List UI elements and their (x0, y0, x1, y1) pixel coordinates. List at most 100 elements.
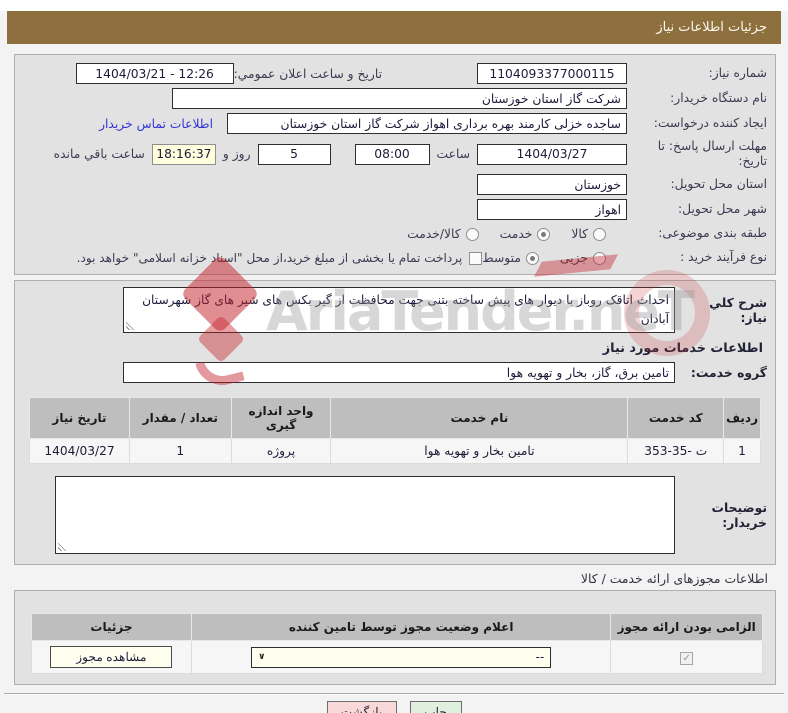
category-label: طبقه بندی موضوعی: (658, 226, 767, 241)
buyer-notes-label: توضیحات خریدار: (711, 500, 768, 530)
license-details-cell: مشاهده مجوز (31, 640, 192, 674)
footer-divider (4, 693, 784, 695)
category-both-radio[interactable] (465, 227, 479, 241)
license-status-value: -- (535, 650, 545, 664)
col-license-details: جزئیات (31, 613, 192, 641)
resize-handle-icon[interactable] (58, 542, 67, 551)
col-quantity: تعداد / مقدار (128, 397, 232, 439)
hour-label: ساعت (436, 147, 470, 161)
service-unit-cell: پروژه (230, 438, 332, 464)
general-info-panel: شماره نیاز: 1104093377000115 تاریخ و ساع… (14, 54, 776, 275)
col-service-name: نام خدمت (330, 397, 629, 439)
category-row: طبقه بندی موضوعی: کالا خدمت کالا/خدمت (23, 222, 767, 246)
col-license-status: اعلام وضعیت مجوز توسط تامین کننده (190, 613, 612, 641)
top-strip (0, 0, 788, 11)
process-medium-radio[interactable] (525, 251, 539, 265)
license-status-cell: -- ∨ (190, 640, 612, 674)
back-button[interactable]: بازگشت (326, 701, 397, 713)
footer-buttons: چاپ بازگشت (0, 701, 788, 713)
province-label: استان محل تحویل: (670, 176, 767, 191)
process-minor-label: جزیی (559, 251, 588, 265)
treasury-label: پرداخت تمام یا بخشی از مبلغ خرید،از محل … (76, 251, 463, 265)
creator-label: ایجاد کننده درخواست: (653, 115, 767, 130)
process-medium-label: متوسط (482, 251, 521, 265)
days-and-label: روز و (222, 147, 251, 161)
licenses-section-heading: اطلاعات مجوزهای ارائه خدمت / کالا (580, 571, 768, 586)
city-row: شهر محل تحویل: اهواز (23, 197, 767, 222)
hours-remaining-label: ساعت باقي مانده (53, 147, 145, 161)
process-medium-option: متوسط (482, 251, 539, 265)
services-table: ردیف کد خدمت نام خدمت واحد اندازه گیری ت… (29, 397, 761, 464)
col-need-date: تاریخ نیاز (29, 397, 130, 439)
category-goods-radio[interactable] (593, 227, 606, 241)
service-group-label: گروه خدمت: (690, 365, 767, 380)
buyer-contact-link[interactable]: اطلاعات تماس خریدار (99, 117, 213, 131)
category-service-option: خدمت (500, 227, 551, 241)
need-number-field[interactable]: 1104093377000115 (477, 63, 627, 84)
announce-datetime-label: تاریخ و ساعت اعلان عمومي: (233, 66, 382, 81)
services-section-heading: اطلاعات خدمات مورد نیاز (602, 341, 763, 356)
deadline-label: مهلت ارسال پاسخ: تا تاریخ: (657, 138, 767, 168)
need-description-label: شرح کلي نیاز: (709, 295, 767, 325)
col-row-number: ردیف (723, 397, 761, 439)
buyer-notes-textarea[interactable] (55, 476, 675, 554)
view-license-button[interactable]: مشاهده مجوز (50, 646, 173, 668)
buyer-org-field[interactable]: شرکت گاز استان خوزستان (172, 88, 627, 109)
category-service-radio[interactable] (537, 227, 551, 241)
treasury-checkbox[interactable] (469, 251, 483, 265)
deadline-time-field[interactable]: 08:00 (354, 143, 430, 165)
creator-field[interactable]: ساجده خزلی کارمند بهره برداری اهواز شرکت… (227, 113, 627, 134)
announce-datetime-field[interactable]: 1404/03/21 - 12:26 (75, 63, 234, 84)
license-required-checkbox[interactable] (680, 651, 694, 665)
buyer-notes-row: توضیحات خریدار: (23, 476, 767, 554)
category-goods-label: کالا (571, 227, 588, 241)
category-both-option: کالا/خدمت (407, 227, 479, 241)
licenses-panel: الزامی بودن ارائه مجوز اعلام وضعیت مجوز … (14, 590, 776, 685)
process-type-label: نوع فرآیند خرید : (680, 250, 767, 265)
province-field[interactable]: خوزستان (477, 174, 627, 195)
licenses-table-header-row: الزامی بودن ارائه مجوز اعلام وضعیت مجوز … (31, 613, 763, 641)
buyer-org-label: نام دستگاه خریدار: (670, 90, 767, 105)
page-title: جزئیات اطلاعات نیاز (7, 11, 781, 44)
time-remaining-field: 18:16:37 (151, 143, 216, 165)
service-code-cell: 353-35- ت (627, 438, 725, 464)
process-minor-option: جزیی (560, 251, 606, 265)
city-label: شهر محل تحویل: (677, 201, 767, 216)
deadline-date-field[interactable]: 1404/03/27 (477, 143, 627, 165)
licenses-table: الزامی بودن ارائه مجوز اعلام وضعیت مجوز … (31, 613, 763, 674)
service-group-field[interactable]: تامین برق، گاز، بخار و تهویه هوا (123, 362, 675, 383)
need-description-row: شرح کلي نیاز: احداث اتاقک روباز با دیوار… (23, 287, 767, 333)
category-goods-option: کالا (571, 227, 606, 241)
service-group-row: گروه خدمت: تامین برق، گاز، بخار و تهویه … (23, 362, 767, 383)
need-details-page: جزئیات اطلاعات نیاز شماره نیاز: 11040933… (0, 0, 788, 713)
need-number-row: شماره نیاز: 1104093377000115 تاریخ و ساع… (23, 61, 767, 86)
service-date-cell: 1404/03/27 (29, 438, 130, 464)
buyer-org-row: نام دستگاه خریدار: شرکت گاز استان خوزستا… (23, 86, 767, 111)
creator-row: ایجاد کننده درخواست: ساجده خزلی کارمند ب… (23, 111, 767, 136)
service-table-row: 1 353-35- ت تامین بخار و تهویه هوا پروژه… (29, 438, 761, 464)
days-remaining-field[interactable]: 5 (257, 143, 331, 165)
license-required-cell (610, 640, 763, 674)
city-field[interactable]: اهواز (477, 199, 627, 220)
services-panel: شرح کلي نیاز: احداث اتاقک روباز با دیوار… (14, 280, 776, 565)
print-button[interactable]: چاپ (409, 701, 462, 713)
service-row-number-cell: 1 (723, 438, 761, 464)
col-unit: واحد اندازه گیری (230, 397, 332, 439)
need-description-textarea[interactable]: احداث اتاقک روباز با دیوار های پیش ساخته… (123, 287, 675, 333)
category-service-label: خدمت (499, 227, 533, 241)
col-license-required: الزامی بودن ارائه مجوز (610, 613, 763, 641)
category-both-label: کالا/خدمت (407, 227, 461, 241)
process-type-row: نوع فرآیند خرید : جزیی متوسط پرداخت تمام… (23, 246, 767, 270)
province-row: استان محل تحویل: خوزستان (23, 172, 767, 197)
license-status-select[interactable]: -- ∨ (251, 646, 552, 668)
service-name-cell: تامین بخار و تهویه هوا (330, 438, 629, 464)
process-minor-radio[interactable] (593, 251, 606, 265)
deadline-row: مهلت ارسال پاسخ: تا تاریخ: 1404/03/27 سا… (23, 136, 767, 172)
license-table-row: -- ∨ مشاهده مجوز (31, 640, 763, 674)
chevron-down-icon: ∨ (258, 652, 266, 662)
services-table-header-row: ردیف کد خدمت نام خدمت واحد اندازه گیری ت… (29, 397, 761, 439)
service-quantity-cell: 1 (128, 438, 232, 464)
need-number-label: شماره نیاز: (708, 65, 767, 80)
need-description-text: احداث اتاقک روباز با دیوار های پیش ساخته… (142, 293, 669, 326)
col-service-code: کد خدمت (627, 397, 725, 439)
